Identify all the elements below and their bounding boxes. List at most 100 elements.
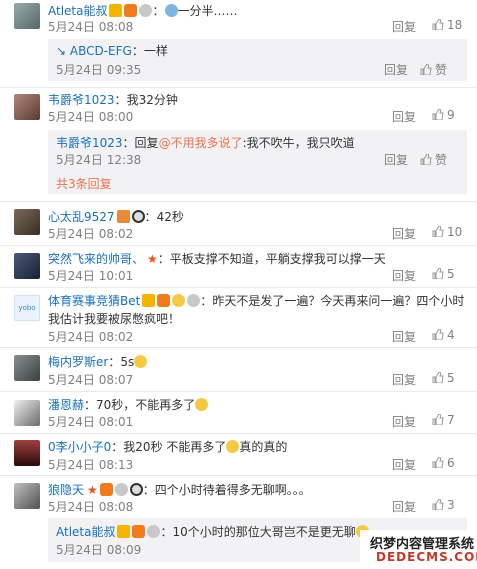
user-name[interactable]: Atleta能叔	[48, 4, 107, 18]
reply-button[interactable]: 回复	[392, 498, 416, 515]
user-name[interactable]: 潘恩赫	[48, 398, 84, 412]
user-name[interactable]: 体育赛事竞猜Bet	[48, 294, 140, 308]
reply-text: :我不吹牛，我只吹道	[242, 136, 355, 150]
reply-box: 韦爵爷1023：回复@不用我多说了:我不吹牛，我只吹道 5月24日 12:38 …	[48, 130, 467, 194]
reply-time: 5月24日 09:35	[56, 63, 142, 77]
reply-button[interactable]: 回复	[392, 225, 416, 242]
like-button[interactable]: 18	[432, 18, 462, 32]
avatar[interactable]	[14, 440, 40, 466]
reply-button[interactable]: 回复	[392, 456, 416, 473]
panda-icon	[131, 210, 145, 223]
thumb-up-icon	[432, 109, 444, 120]
avatar[interactable]	[14, 3, 40, 29]
like-button[interactable]: 赞	[420, 61, 447, 78]
avatar[interactable]	[14, 209, 40, 235]
like-count: 18	[447, 18, 463, 32]
reply-button[interactable]: 回复	[392, 328, 416, 345]
comment-item: 梅内罗斯er：5s 5月24日 08:07 回复 5	[0, 349, 477, 391]
like-button[interactable]: 6	[432, 456, 455, 470]
user-name[interactable]: 梅内罗斯er	[48, 355, 108, 369]
reply-button[interactable]: 回复	[392, 108, 416, 125]
reply-button[interactable]: 回复	[392, 413, 416, 430]
thumb-up-icon	[432, 414, 444, 425]
divider	[0, 201, 477, 202]
divider	[0, 87, 477, 88]
user-name[interactable]: 韦爵爷1023	[48, 93, 115, 107]
medal-icon	[114, 483, 128, 496]
user-name[interactable]: Atleta能叔	[56, 525, 115, 539]
like-button[interactable]: 3	[432, 498, 455, 512]
reply-text: ：一样	[131, 44, 168, 58]
thumb-up-icon	[420, 64, 432, 75]
avatar[interactable]	[14, 355, 40, 381]
thumb-up-icon	[432, 457, 444, 468]
like-button[interactable]: 5	[432, 371, 455, 385]
like-count: 6	[447, 456, 455, 470]
comment-time: 5月24日 08:13	[48, 458, 134, 472]
reply-time: 5月24日 08:09	[56, 543, 142, 557]
reply-button[interactable]: 回复	[384, 61, 408, 78]
comment-item: 韦爵爷1023：我32分钟 5月24日 08:00 回复 9 韦爵爷1023：回…	[0, 89, 477, 202]
user-name[interactable]: 突然飞来的帅哥、	[48, 252, 144, 266]
mention-link[interactable]: @不用我多说了	[159, 136, 243, 150]
user-name[interactable]: 心太乱9527	[48, 210, 115, 224]
reply-button[interactable]: 回复	[384, 151, 408, 168]
avatar[interactable]	[14, 400, 40, 426]
comment-text-line2: 我估计我要被尿憋疯吧！	[48, 312, 181, 326]
like-button[interactable]: 5	[432, 267, 455, 281]
reply-box: ↘ ABCD-EFG：一样 5月24日 09:35 回复 赞	[48, 39, 467, 81]
user-name[interactable]: 韦爵爷1023	[56, 136, 123, 150]
comment-item: 心太乱9527 ：42秒 5月24日 08:02 回复 10	[0, 203, 477, 245]
like-count: 3	[447, 498, 455, 512]
thumb-up-icon	[432, 268, 444, 279]
user-name[interactable]: 0李小小子0	[48, 440, 111, 454]
reply-button[interactable]: 回复	[392, 371, 416, 388]
like-button[interactable]: 9	[432, 108, 455, 122]
reply-text: ：10个小时的那位大哥岂不是更无聊	[160, 525, 356, 539]
watermark-logo: 织梦内容管理系统 DEDECMS.COM	[360, 530, 477, 569]
vip-badge-icon	[109, 4, 123, 17]
like-button[interactable]: 7	[432, 413, 455, 427]
reply-button[interactable]: 回复	[392, 18, 416, 35]
reply-button[interactable]: 回复	[392, 267, 416, 284]
avatar[interactable]	[14, 483, 40, 509]
grin-emoji-icon	[134, 355, 148, 368]
comment-text: 5s	[120, 355, 135, 369]
comment-text: 我20秒 不能再多了	[123, 440, 227, 454]
medal-icon	[187, 294, 201, 307]
like-count: 7	[447, 413, 455, 427]
comment-item: 突然飞来的帅哥、 ★：平板支撑不知道，平躺支撑我可以撑一天 5月24日 10:01…	[0, 247, 477, 287]
comment-time: 5月24日 10:01	[48, 269, 134, 283]
level-badge-icon	[157, 294, 171, 307]
like-count: 5	[447, 267, 455, 281]
panda-icon	[129, 483, 143, 496]
brush-icon	[116, 210, 130, 223]
reply-time: 5月24日 12:38	[56, 153, 142, 167]
comment-text: 四个小时待着得多无聊啊。。。	[154, 483, 311, 497]
divider	[0, 475, 477, 476]
like-count: 10	[447, 225, 463, 239]
sweat-emoji-icon	[164, 4, 178, 17]
star-icon: ★	[147, 252, 158, 266]
comment-item: Atleta能叔：一分半…… 5月24日 08:08 回复 18 ↘ ABCD-…	[0, 0, 477, 88]
pout-emoji-icon	[195, 398, 209, 411]
comment-text: 一分半……	[177, 4, 238, 18]
star-icon: ★	[87, 483, 98, 497]
comment-text: 昨天不是发了一遍？今天再来问一遍？四个小时	[212, 294, 465, 308]
like-button[interactable]: 赞	[420, 151, 447, 168]
user-name[interactable]: 狼隐天	[48, 483, 84, 497]
watermark-line2: DEDECMS.COM	[376, 550, 477, 564]
like-button[interactable]: 10	[432, 225, 462, 239]
comment-time: 5月24日 08:02	[48, 227, 134, 241]
avatar[interactable]	[14, 94, 40, 120]
avatar[interactable]: yobo	[14, 295, 40, 321]
comment-item: 0李小小子0：我20秒 不能再多了 真的真的 5月24日 08:13 回复 6	[0, 435, 477, 475]
like-count: 4	[447, 328, 455, 342]
comment-time: 5月24日 08:07	[48, 373, 134, 387]
like-button[interactable]: 4	[432, 328, 455, 342]
comment-text: 平板支撑不知道，平躺支撑我可以撑一天	[169, 252, 386, 266]
user-name[interactable]: ABCD-EFG	[70, 44, 132, 58]
avatar[interactable]	[14, 253, 40, 279]
comment-item: 潘恩赫：70秒，不能再多了 5月24日 08:01 回复 7	[0, 393, 477, 433]
more-replies-link[interactable]: 共3条回复	[56, 175, 112, 192]
